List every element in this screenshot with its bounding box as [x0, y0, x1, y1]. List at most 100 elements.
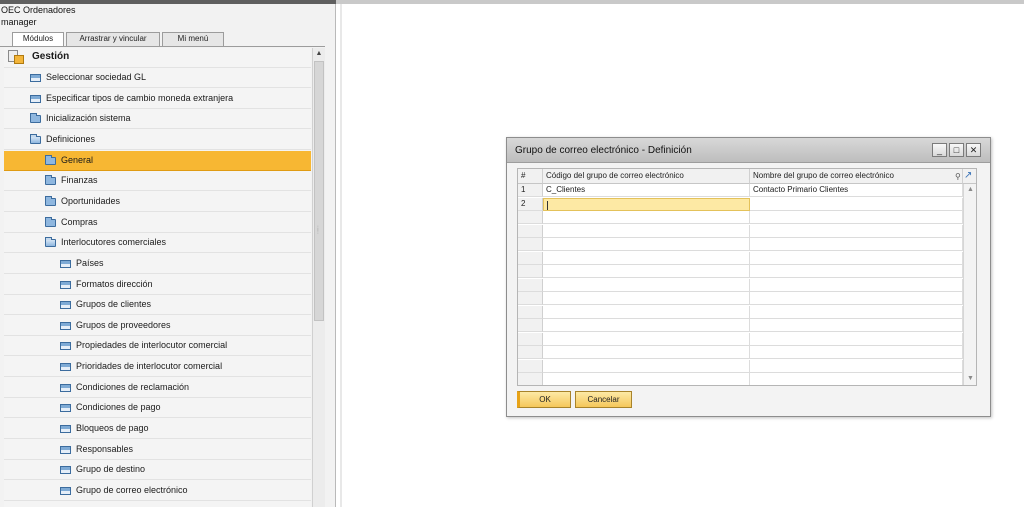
code-cell[interactable]	[543, 305, 750, 319]
row-number[interactable]: 1	[518, 184, 543, 197]
row-number[interactable]	[518, 319, 543, 332]
scroll-up-arrow-icon[interactable]: ▲	[313, 48, 325, 60]
code-cell[interactable]	[543, 319, 750, 332]
row-number[interactable]	[518, 238, 543, 251]
name-cell[interactable]	[750, 359, 963, 373]
row-number[interactable]	[518, 373, 543, 385]
module-tree: Gestión Seleccionar sociedad GL Especific…	[4, 48, 311, 507]
name-cell[interactable]	[750, 346, 963, 359]
menu-scrollbar[interactable]: ▲ ⋮ ⋮	[312, 48, 325, 507]
tree-item[interactable]: Grupos de proveedores	[4, 316, 311, 336]
name-cell[interactable]	[750, 373, 963, 385]
cancel-button[interactable]: Cancelar	[575, 391, 632, 408]
name-cell[interactable]	[750, 224, 963, 238]
name-cell[interactable]	[750, 278, 963, 292]
code-cell[interactable]	[543, 211, 750, 224]
tree-item[interactable]: Especificar tipos de cambio moneda extra…	[4, 89, 311, 109]
tree-item-label: Responsables	[76, 443, 134, 454]
tree-item[interactable]: Seleccionar sociedad GL	[4, 68, 311, 88]
code-cell[interactable]	[543, 359, 750, 373]
code-cell[interactable]: C_Clientes	[543, 184, 750, 197]
tab-my-menu[interactable]: Mi menú	[162, 32, 224, 46]
code-cell[interactable]	[543, 292, 750, 305]
tree-item[interactable]: Bloqueos de pago	[4, 419, 311, 440]
name-cell[interactable]	[750, 211, 963, 224]
tree-item-label: Grupo de correo electrónico	[76, 485, 188, 495]
tree-item-label: Definiciones	[46, 133, 96, 144]
row-number[interactable]	[518, 251, 543, 265]
row-number[interactable]: 2	[518, 197, 543, 211]
name-cell[interactable]	[750, 265, 963, 278]
row-number[interactable]	[518, 346, 543, 359]
table-scrollbar[interactable]: ▲ ▼	[963, 184, 976, 385]
minimize-button[interactable]: _	[932, 143, 947, 157]
tree-item[interactable]: Definiciones	[4, 130, 311, 150]
ok-button[interactable]: OK	[517, 391, 571, 408]
workspace-divider	[340, 4, 342, 507]
tree-item-label: Interlocutores comerciales	[61, 237, 167, 248]
pin-icon[interactable]: ⚲	[955, 172, 961, 181]
row-number[interactable]	[518, 265, 543, 278]
row-number[interactable]	[518, 224, 543, 238]
code-cell[interactable]	[543, 224, 750, 238]
code-cell[interactable]	[543, 373, 750, 385]
window-icon	[60, 301, 71, 310]
tab-modules[interactable]: Módulos	[12, 32, 64, 47]
name-cell[interactable]	[750, 305, 963, 319]
tree-item[interactable]: Inicialización sistema	[4, 109, 311, 130]
window-icon	[60, 487, 71, 495]
close-button[interactable]: ✕	[966, 143, 981, 157]
table-scroll-down-icon[interactable]: ▼	[964, 373, 976, 385]
row-number[interactable]	[518, 359, 543, 373]
row-number[interactable]	[518, 292, 543, 305]
tree-item[interactable]: Prioridades de interlocutor comercial	[4, 357, 311, 378]
code-cell[interactable]	[543, 332, 750, 346]
window-icon	[60, 259, 71, 268]
tree-item[interactable]: Condiciones de pago	[4, 398, 311, 419]
tree-item[interactable]: Finanzas	[4, 171, 311, 192]
name-cell[interactable]: Contacto Primario Clientes	[750, 184, 963, 197]
tree-item[interactable]: General	[4, 150, 311, 171]
row-number[interactable]	[518, 332, 543, 346]
window-icon	[60, 445, 71, 454]
name-cell[interactable]	[750, 319, 963, 332]
tree-item[interactable]: Condiciones de reclamación	[4, 378, 311, 398]
name-cell[interactable]	[750, 251, 963, 265]
name-cell[interactable]	[750, 292, 963, 305]
folder-icon	[45, 195, 56, 206]
row-number[interactable]	[518, 211, 543, 224]
tree-item[interactable]: Responsables	[4, 440, 311, 460]
column-header-code[interactable]: Código del grupo de correo electrónico	[543, 169, 750, 184]
column-header-name[interactable]: Nombre del grupo de correo electrónico	[750, 169, 963, 184]
tree-item[interactable]: Propiedades de interlocutor comercial	[4, 336, 311, 357]
tree-item-label: Finanzas	[61, 175, 98, 186]
tree-item[interactable]: Grupos de clientes	[4, 295, 311, 316]
maximize-button[interactable]: □	[949, 143, 964, 157]
tree-header-gestion[interactable]: Gestión	[4, 48, 311, 68]
name-cell[interactable]	[750, 332, 963, 346]
code-cell[interactable]	[543, 265, 750, 278]
tree-item[interactable]: Grupo de destino	[4, 460, 311, 481]
name-cell[interactable]	[750, 197, 963, 211]
tree-item[interactable]: Compras	[4, 213, 311, 233]
code-cell[interactable]	[543, 251, 750, 265]
code-cell[interactable]	[543, 278, 750, 292]
row-number[interactable]	[518, 278, 543, 292]
tree-item[interactable]: Oportunidades	[4, 192, 311, 212]
table-scroll-up-icon[interactable]: ▲	[964, 184, 976, 196]
code-cell[interactable]	[543, 197, 750, 211]
name-cell[interactable]	[750, 238, 963, 251]
tree-item[interactable]: Grupo de correo electrónico	[4, 481, 311, 501]
expand-arrow-icon[interactable]: ↗	[964, 170, 972, 182]
scroll-thumb[interactable]	[314, 61, 324, 321]
code-cell[interactable]	[543, 346, 750, 359]
text-caret	[547, 200, 548, 210]
tab-drag-and-relate[interactable]: Arrastrar y vincular	[66, 32, 160, 46]
tree-item[interactable]: Formatos dirección	[4, 275, 311, 295]
row-number[interactable]	[518, 305, 543, 319]
code-cell[interactable]	[543, 238, 750, 251]
dialog-titlebar[interactable]: Grupo de correo electrónico - Definición…	[507, 138, 990, 163]
tree-item[interactable]: Interlocutores comerciales	[4, 233, 311, 254]
tree-item[interactable]: Países	[4, 254, 311, 274]
tree-item-label: Grupos de proveedores	[76, 319, 171, 330]
